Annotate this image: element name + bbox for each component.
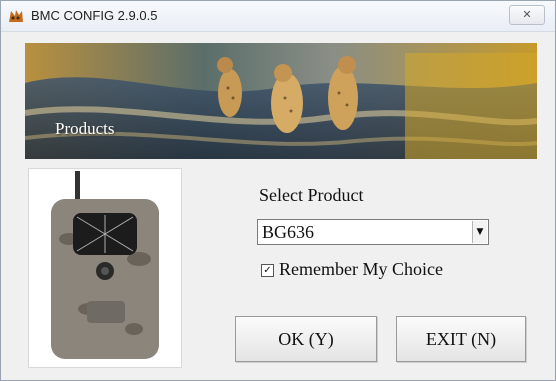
product-select[interactable]: BG636 ▼ — [257, 219, 489, 245]
select-product-label: Select Product — [259, 185, 364, 205]
remember-label: Remember My Choice — [279, 259, 443, 279]
bmc-app-icon — [9, 10, 23, 22]
close-button[interactable]: ✕ — [509, 5, 545, 25]
selected-product-value: BG636 — [262, 222, 315, 242]
exit-button[interactable]: EXIT (N) — [396, 316, 526, 362]
title-bar: BMC CONFIG 2.9.0.5 ✕ — [1, 1, 555, 32]
banner-label: Products — [55, 119, 115, 138]
window-title: BMC CONFIG 2.9.0.5 — [31, 8, 158, 23]
close-icon: ✕ — [522, 8, 532, 21]
trail-camera-image — [28, 168, 182, 368]
ok-button[interactable]: OK (Y) — [235, 316, 377, 362]
remember-checkbox[interactable]: ✓ — [261, 264, 274, 277]
config-window: BMC CONFIG 2.9.0.5 ✕ Products Select Pro… — [0, 0, 556, 381]
dropdown-arrow-icon[interactable]: ▼ — [472, 221, 487, 243]
cheetahs-banner-image: Products — [25, 43, 537, 159]
